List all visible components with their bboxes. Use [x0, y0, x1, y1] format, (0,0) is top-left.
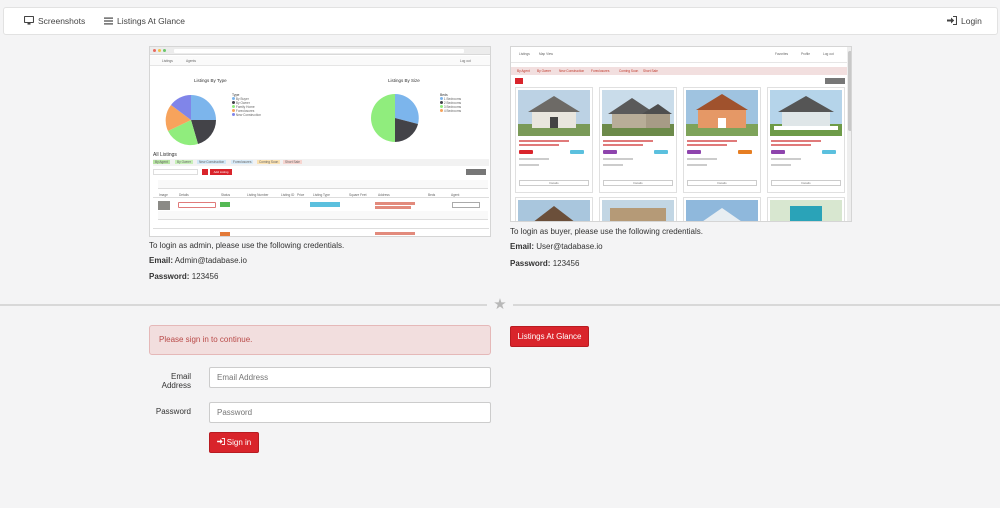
ss-nav-listings: Listings: [162, 59, 173, 63]
ss-tabs: By Agent By Owner New Construction Forec…: [153, 159, 489, 166]
admin-cred-intro: To login as admin, please use the follow…: [149, 241, 345, 250]
ss-buyer-nav-listings: Listings: [519, 52, 530, 56]
nav-screenshots[interactable]: Screenshots: [23, 8, 86, 35]
nav-listings-label: Listings At Glance: [117, 16, 186, 26]
list-icon: [104, 9, 113, 35]
pie-chart-size: [371, 94, 419, 142]
top-strip: [0, 0, 1000, 7]
admin-email-line: Email: Admin@tadabase.io: [149, 256, 247, 265]
ss-add-button: Add Listing: [210, 169, 232, 175]
ss-buyer-nav-map: Map View: [539, 52, 553, 56]
nav-login-label: Login: [961, 16, 982, 26]
ss-nav-logout: Log out: [460, 59, 471, 63]
ss-buyer-nav-logout: Log out: [823, 52, 834, 56]
nav-screenshots-label: Screenshots: [38, 16, 86, 26]
admin-password-line: Password: 123456: [149, 272, 219, 281]
email-label: Email Address: [161, 372, 191, 390]
monitor-icon: [23, 9, 35, 35]
sign-in-icon: [947, 9, 958, 35]
ss-buyer-nav-profile: Profile: [801, 52, 811, 56]
ss-listing-card: Details: [599, 87, 677, 193]
email-input[interactable]: [209, 367, 491, 388]
ss-all-listings: All Listings: [153, 152, 177, 158]
legend-size: Beds 1 Bedrooms 2 Bedrooms 3 Bedrooms 4 …: [440, 93, 462, 113]
listings-at-glance-button[interactable]: Listings At Glance: [510, 326, 589, 347]
signin-alert: Please sign in to continue.: [149, 325, 491, 355]
signin-button-label: Sign in: [226, 438, 252, 447]
browser-bar: [150, 47, 490, 55]
password-label: Password: [155, 407, 191, 416]
buyer-screenshot: Listings Map View Favorites Profile Log …: [510, 46, 852, 222]
signin-button[interactable]: Sign in: [209, 432, 259, 453]
buyer-password-line: Password: 123456: [510, 259, 580, 268]
ss-listing-card: Details: [515, 87, 593, 193]
admin-screenshot: Listings Agents Log out Listings By Type…: [149, 46, 491, 237]
ss-buyer-nav-favorites: Favorites: [775, 52, 789, 56]
navbar: Screenshots Listings At Glance Login: [3, 7, 998, 35]
chart-title-size: Listings By Size: [388, 78, 420, 83]
nav-listings-at-glance[interactable]: Listings At Glance: [104, 8, 185, 34]
nav-login[interactable]: Login: [947, 8, 982, 34]
pie-chart-type: [165, 95, 216, 146]
chart-title-type: Listings By Type: [194, 78, 227, 83]
buyer-email-line: Email: User@tadabase.io: [510, 242, 603, 251]
star-icon: ★: [487, 292, 513, 318]
ss-listing-card: Details: [767, 87, 845, 193]
sign-in-icon: [216, 433, 225, 452]
ss-nav-agents: Agents: [186, 59, 196, 63]
password-input[interactable]: [209, 402, 491, 423]
ss-buyer-tabs: By Agent By Owner New Construction Forec…: [511, 67, 851, 75]
ss-table-header: Image Details Status Listing Number List…: [153, 192, 489, 198]
buyer-cred-intro: To login as buyer, please use the follow…: [510, 227, 704, 236]
legend-type: Type By Buyer By Owner Family Home Forec…: [232, 93, 262, 117]
ss-listing-card: Details: [683, 87, 761, 193]
